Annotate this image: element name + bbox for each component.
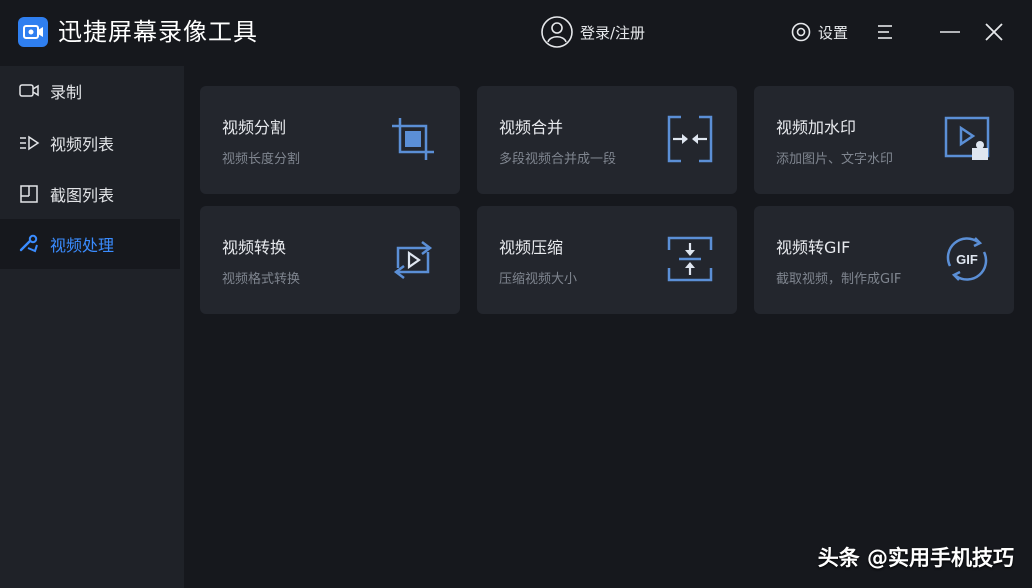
card-title: 视频转GIF xyxy=(776,238,851,257)
watermark-icon xyxy=(944,116,990,160)
card-description: 多段视频合并成一段 xyxy=(499,152,617,167)
card-title: 视频压缩 xyxy=(499,238,564,257)
menu-icon[interactable] xyxy=(872,18,900,46)
settings-button[interactable]: 设置 xyxy=(790,18,848,46)
card-title: 视频转换 xyxy=(222,238,287,257)
sidebar-item-screenshot-list[interactable]: 截图列表 xyxy=(0,169,180,219)
main-content: 视频分割 视频长度分割 视频合并 多段视频合并成一段 视频加水印 添加图片、文字… xyxy=(184,66,1032,588)
gif-icon: GIF xyxy=(946,237,988,281)
sidebar-item-record[interactable]: 录制 xyxy=(0,66,180,116)
video-split-card[interactable]: 视频分割 视频长度分割 xyxy=(200,86,460,194)
card-description: 压缩视频大小 xyxy=(499,272,578,287)
user-avatar-icon xyxy=(541,16,573,48)
minimize-icon[interactable] xyxy=(936,18,964,46)
sidebar-item-label: 视频处理 xyxy=(50,236,115,255)
card-description: 添加图片、文字水印 xyxy=(776,152,894,167)
screenshot-list-icon xyxy=(20,185,38,203)
settings-label: 设置 xyxy=(818,23,849,42)
convert-icon xyxy=(393,241,433,279)
video-list-icon xyxy=(20,135,40,151)
card-description: 截取视频，制作成GIF xyxy=(776,272,902,287)
video-compress-card[interactable]: 视频压缩 压缩视频大小 xyxy=(477,206,737,314)
card-title: 视频合并 xyxy=(499,118,564,137)
login-label: 登录/注册 xyxy=(580,23,646,42)
sidebar-item-label: 截图列表 xyxy=(50,186,115,205)
sidebar-item-video-process[interactable]: 视频处理 xyxy=(0,219,180,269)
sidebar-item-video-list[interactable]: 视频列表 xyxy=(0,118,180,168)
video-process-icon xyxy=(19,234,38,253)
sidebar: 录制 视频列表 截图列表 视频处理 xyxy=(0,66,184,588)
close-icon[interactable] xyxy=(980,18,1008,46)
title-bar: 迅捷屏幕录像工具 登录/注册 设置 xyxy=(0,0,1032,66)
sidebar-item-label: 录制 xyxy=(50,83,83,102)
sidebar-item-label: 视频列表 xyxy=(50,135,115,154)
app-title: 迅捷屏幕录像工具 xyxy=(58,18,258,46)
crop-icon xyxy=(392,118,434,160)
login-button[interactable]: 登录/注册 xyxy=(540,14,645,50)
video-to-gif-card[interactable]: 视频转GIF 截取视频，制作成GIF GIF xyxy=(754,206,1014,314)
video-merge-card[interactable]: 视频合并 多段视频合并成一段 xyxy=(477,86,737,194)
app-logo-icon xyxy=(18,17,48,47)
video-convert-card[interactable]: 视频转换 视频格式转换 xyxy=(200,206,460,314)
video-watermark-card[interactable]: 视频加水印 添加图片、文字水印 xyxy=(754,86,1014,194)
camera-icon xyxy=(19,84,39,97)
card-title: 视频分割 xyxy=(222,118,287,137)
card-description: 视频格式转换 xyxy=(222,272,301,287)
merge-icon xyxy=(667,115,713,163)
gear-icon xyxy=(791,22,811,42)
watermark-text: 头条 @实用手机技巧 xyxy=(817,546,1014,570)
card-title: 视频加水印 xyxy=(776,118,857,137)
card-description: 视频长度分割 xyxy=(222,152,301,167)
svg-text:GIF: GIF xyxy=(956,252,978,267)
compress-icon xyxy=(667,236,713,282)
